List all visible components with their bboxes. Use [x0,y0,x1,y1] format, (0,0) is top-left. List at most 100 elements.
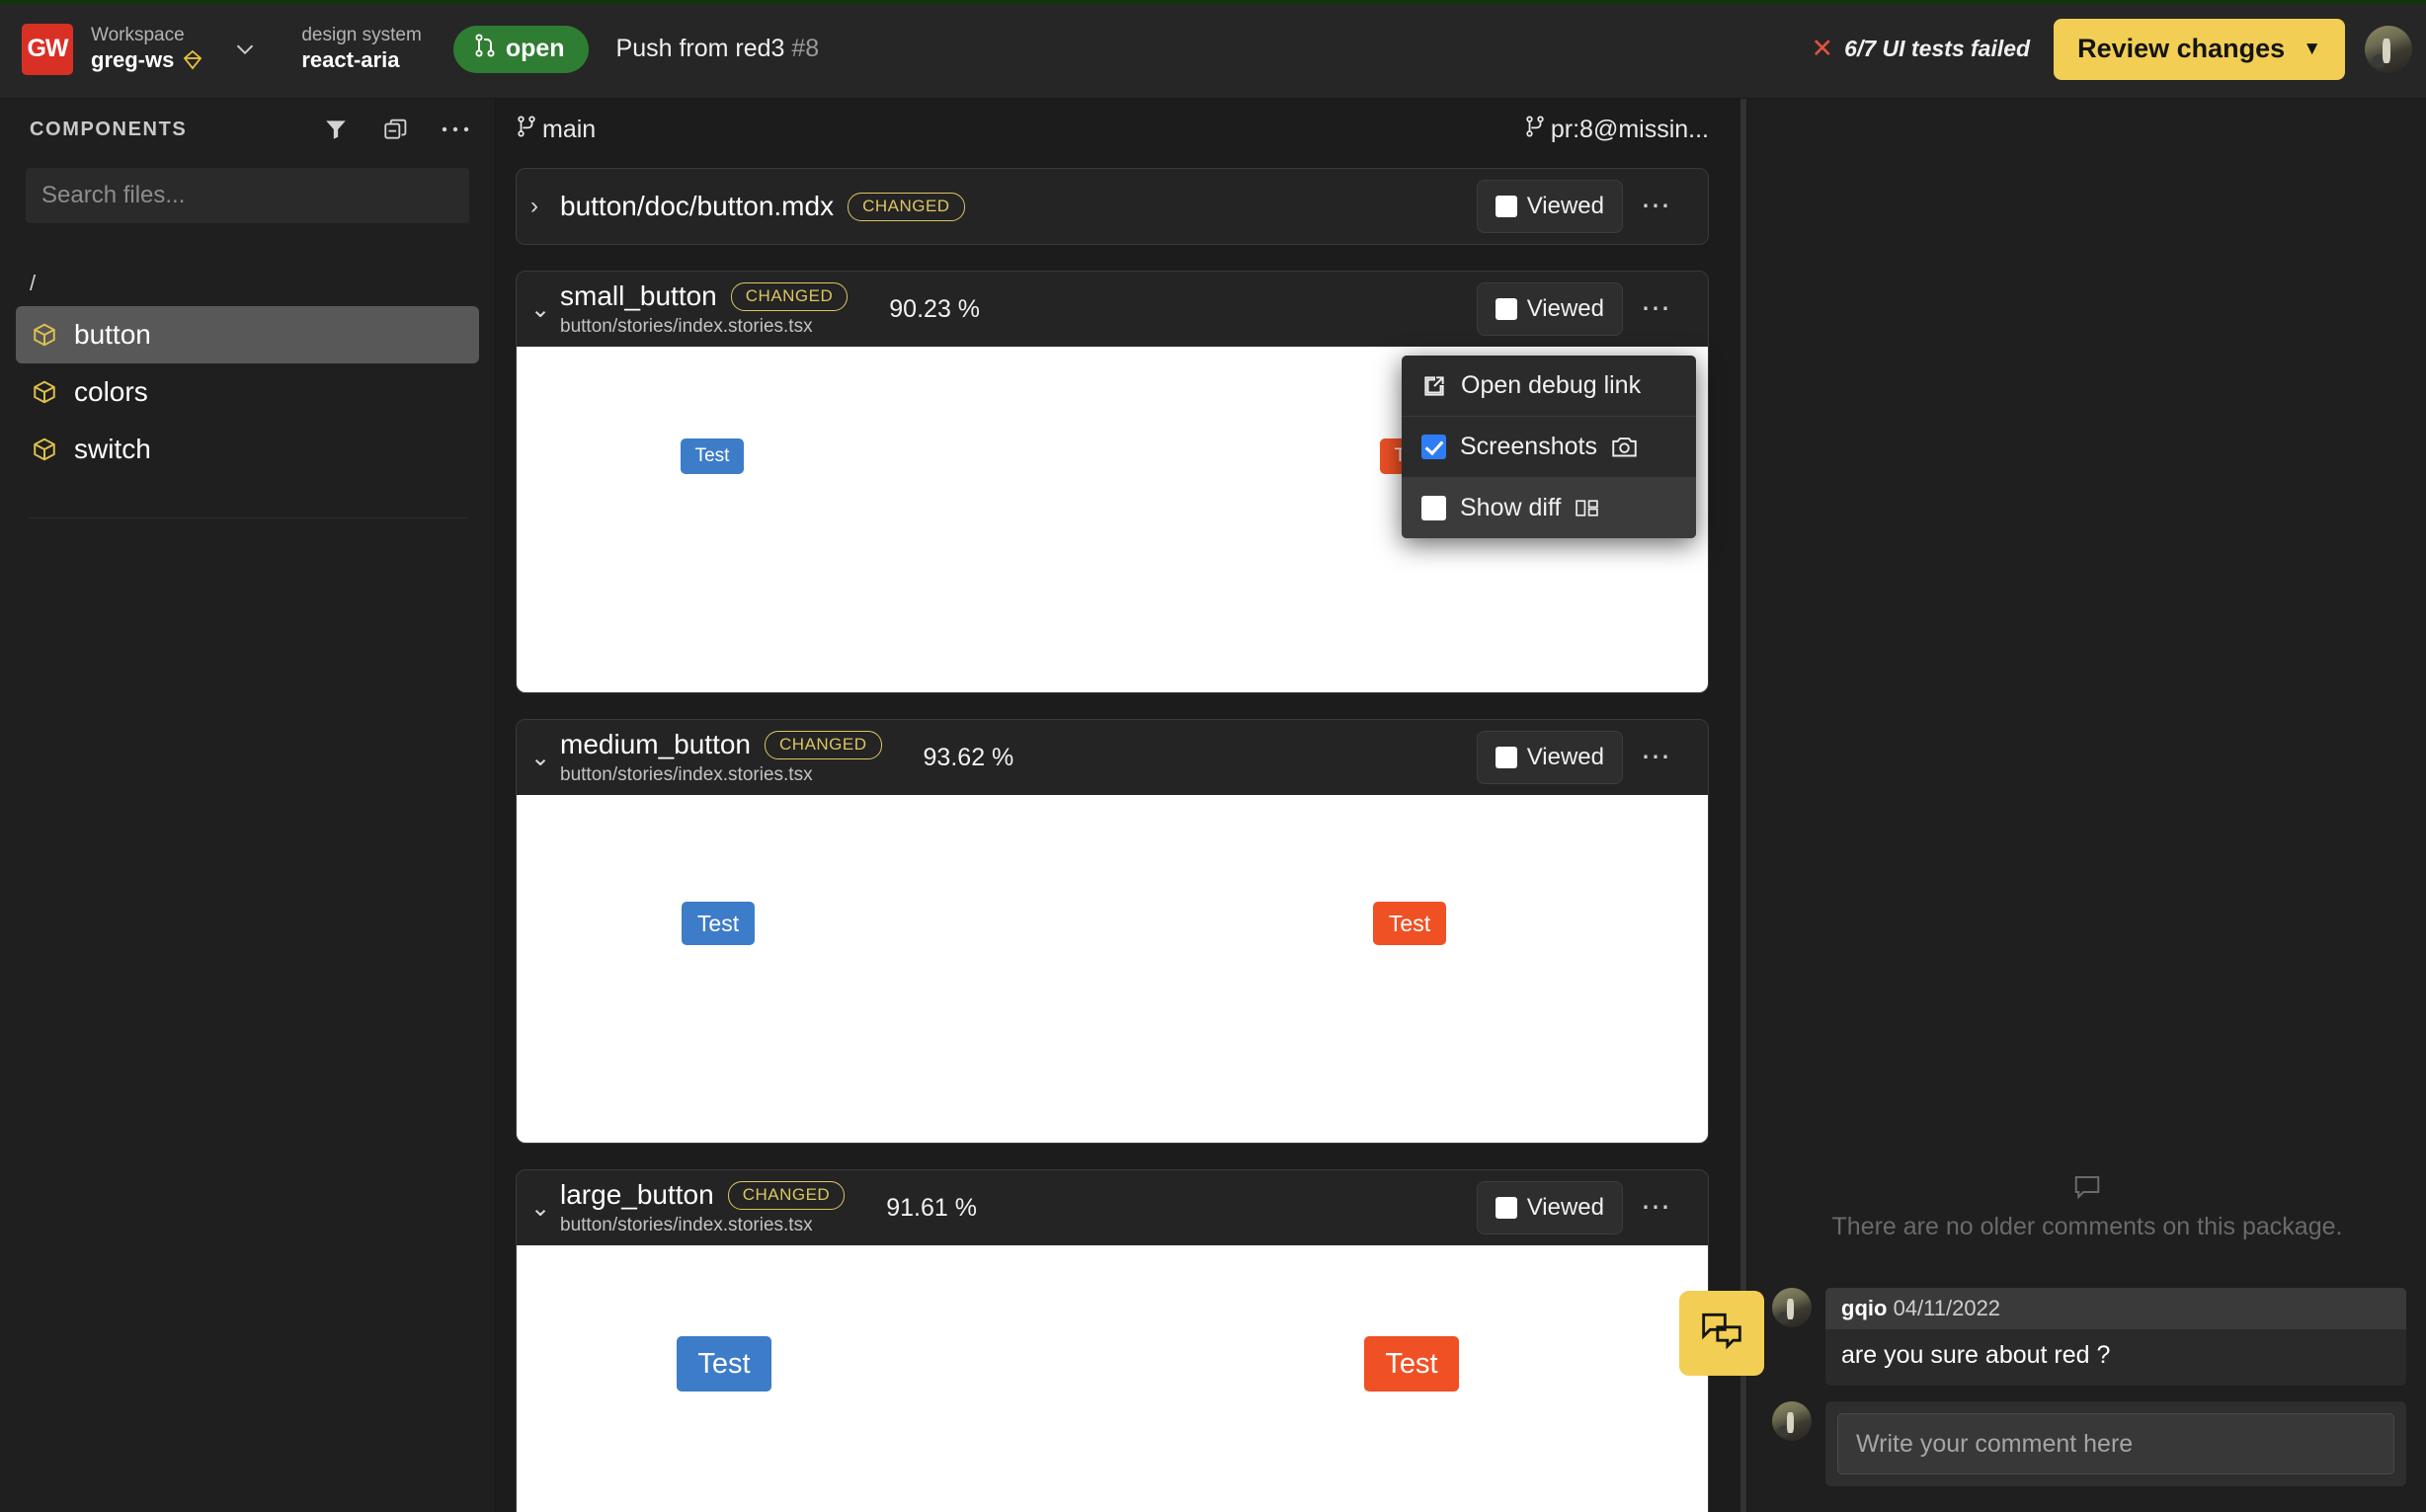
sidebar-item-button[interactable]: button [16,306,479,363]
top-bar-right: ✕ 6/7 UI tests failed Review changes ▼ [1812,19,2412,80]
copy-icon[interactable] [382,117,408,142]
workspace-label: Workspace [91,25,204,46]
file-card-header[interactable]: ⌄ small_button CHANGED button/stories/in… [517,272,1708,347]
external-link-icon [1421,373,1447,399]
comment-input[interactable] [1837,1413,2394,1474]
menu-item-open-debug-link[interactable]: Open debug link [1402,356,1696,416]
checkbox-icon [1496,196,1517,217]
design-system-block: design system react-aria [301,25,421,72]
push-title: Push from red3 #8 [616,35,820,63]
compose-avatar [1772,1401,1812,1441]
sidebar-item-switch[interactable]: switch [16,421,479,478]
compare-branch[interactable]: pr:8@missin... [1524,115,1709,145]
search-input[interactable] [26,168,469,223]
main-content: main pr:8@missin... › [496,99,1739,1512]
card-more-options-icon[interactable]: ⋯ [1627,743,1686,772]
preview-button-red: Test [1373,902,1446,945]
viewed-label: Viewed [1527,1194,1604,1222]
similarity-percent: 91.61 % [886,1194,977,1223]
comment-bubble-icon [1808,1173,2367,1201]
sidebar-item-label: button [74,319,151,351]
comments-panel: There are no older comments on this pack… [1748,99,2426,1512]
comments-empty-note: There are no older comments on this pack… [1748,1173,2426,1274]
file-card: › button/doc/button.mdx CHANGED Viewed ⋯ [516,168,1709,245]
status-badge: CHANGED [731,282,849,311]
viewed-toggle[interactable]: Viewed [1477,180,1623,233]
filter-icon[interactable] [323,117,349,142]
status-badge: CHANGED [848,193,965,221]
file-card-title: medium_button CHANGED button/stories/ind… [560,729,882,786]
comments-icon [1700,1312,1743,1356]
chevron-down-icon[interactable]: ⌄ [530,1194,560,1223]
file-name: medium_button [560,729,751,760]
preview-button-blue: Test [677,1336,771,1392]
file-subpath: button/stories/index.stories.tsx [560,1215,845,1236]
comment-author: gqio [1841,1296,1887,1320]
chevron-down-icon[interactable]: ⌄ [530,295,560,324]
comment-compose-box [1825,1401,2406,1486]
file-card-title: large_button CHANGED button/stories/inde… [560,1179,845,1236]
tests-status-label: 6/7 UI tests failed [1844,36,2030,62]
sidebar-item-colors[interactable]: colors [16,363,479,421]
camera-icon [1611,436,1638,458]
app-root: GW Workspace greg-ws design system react… [0,0,2426,1512]
file-name: small_button [560,280,717,312]
sidebar-item-label: colors [74,376,148,408]
menu-item-screenshots[interactable]: Screenshots [1402,416,1696,477]
checkbox-icon [1496,298,1517,320]
workspace-name-row: greg-ws [91,47,204,73]
file-card-title-row: large_button CHANGED [560,1179,845,1211]
viewed-toggle[interactable]: Viewed [1477,282,1623,336]
viewed-label: Viewed [1527,193,1604,220]
card-more-options-icon[interactable]: ⋯ [1627,1193,1686,1223]
card-more-options-icon[interactable]: ⋯ [1627,192,1686,221]
file-card-actions: Viewed ⋯ [1477,180,1686,233]
file-card-header[interactable]: ⌄ medium_button CHANGED button/stories/i… [517,720,1708,795]
workspace-dropdown-toggle[interactable] [230,35,260,64]
file-card: ⌄ medium_button CHANGED button/stories/i… [516,719,1709,1144]
file-card-title-row: small_button CHANGED [560,280,848,312]
card-more-options-icon[interactable]: ⋯ [1627,294,1686,324]
file-card-header[interactable]: › button/doc/button.mdx CHANGED Viewed ⋯ [517,169,1708,244]
preview-button-blue: Test [681,438,744,474]
menu-item-label: Open debug link [1461,371,1641,400]
push-number: #8 [791,35,819,62]
review-changes-button[interactable]: Review changes ▼ [2054,19,2345,80]
comment-header: gqio 04/11/2022 [1825,1288,2406,1329]
file-name: button/doc/button.mdx [560,191,834,222]
design-system-label: design system [301,25,421,46]
viewed-toggle[interactable]: Viewed [1477,731,1623,784]
sidebar-actions [323,117,469,142]
base-branch-label: main [542,116,596,144]
checkbox-icon [1496,1197,1517,1219]
review-changes-label: Review changes [2077,34,2285,64]
pr-status-pill[interactable]: open [453,26,589,73]
chevron-down-icon[interactable]: ⌄ [530,744,560,772]
menu-item-show-diff[interactable]: Show diff [1402,477,1696,538]
more-options-icon[interactable] [442,124,469,134]
cube-icon [32,322,57,348]
checkbox-icon [1496,747,1517,768]
menu-item-label: Screenshots [1460,433,1597,461]
checkbox-icon [1421,496,1446,520]
workspace-logo: GW [22,24,73,75]
viewed-toggle[interactable]: Viewed [1477,1181,1623,1234]
comment-date: 04/11/2022 [1894,1296,2000,1320]
file-card: ⌄ large_button CHANGED button/stories/in… [516,1169,1709,1512]
base-branch[interactable]: main [516,115,596,145]
user-avatar[interactable] [2365,26,2412,73]
push-title-text: Push from red3 [616,35,785,62]
screenshot-preview: Test Test [517,1245,1708,1512]
pull-request-icon [473,33,497,65]
preview-button-blue: Test [682,902,755,945]
status-badge: CHANGED [728,1181,846,1210]
add-comment-button[interactable] [1679,1291,1764,1376]
sidebar-header: COMPONENTS [16,99,479,160]
chevron-right-icon[interactable]: › [530,193,560,220]
sidebar-title: COMPONENTS [30,119,187,141]
file-card-header[interactable]: ⌄ large_button CHANGED button/stories/in… [517,1170,1708,1245]
chevron-down-icon: ▼ [2303,39,2321,60]
branch-icon [516,115,537,145]
compare-branch-label: pr:8@missin... [1551,116,1709,144]
branch-bar: main pr:8@missin... [496,99,1739,160]
